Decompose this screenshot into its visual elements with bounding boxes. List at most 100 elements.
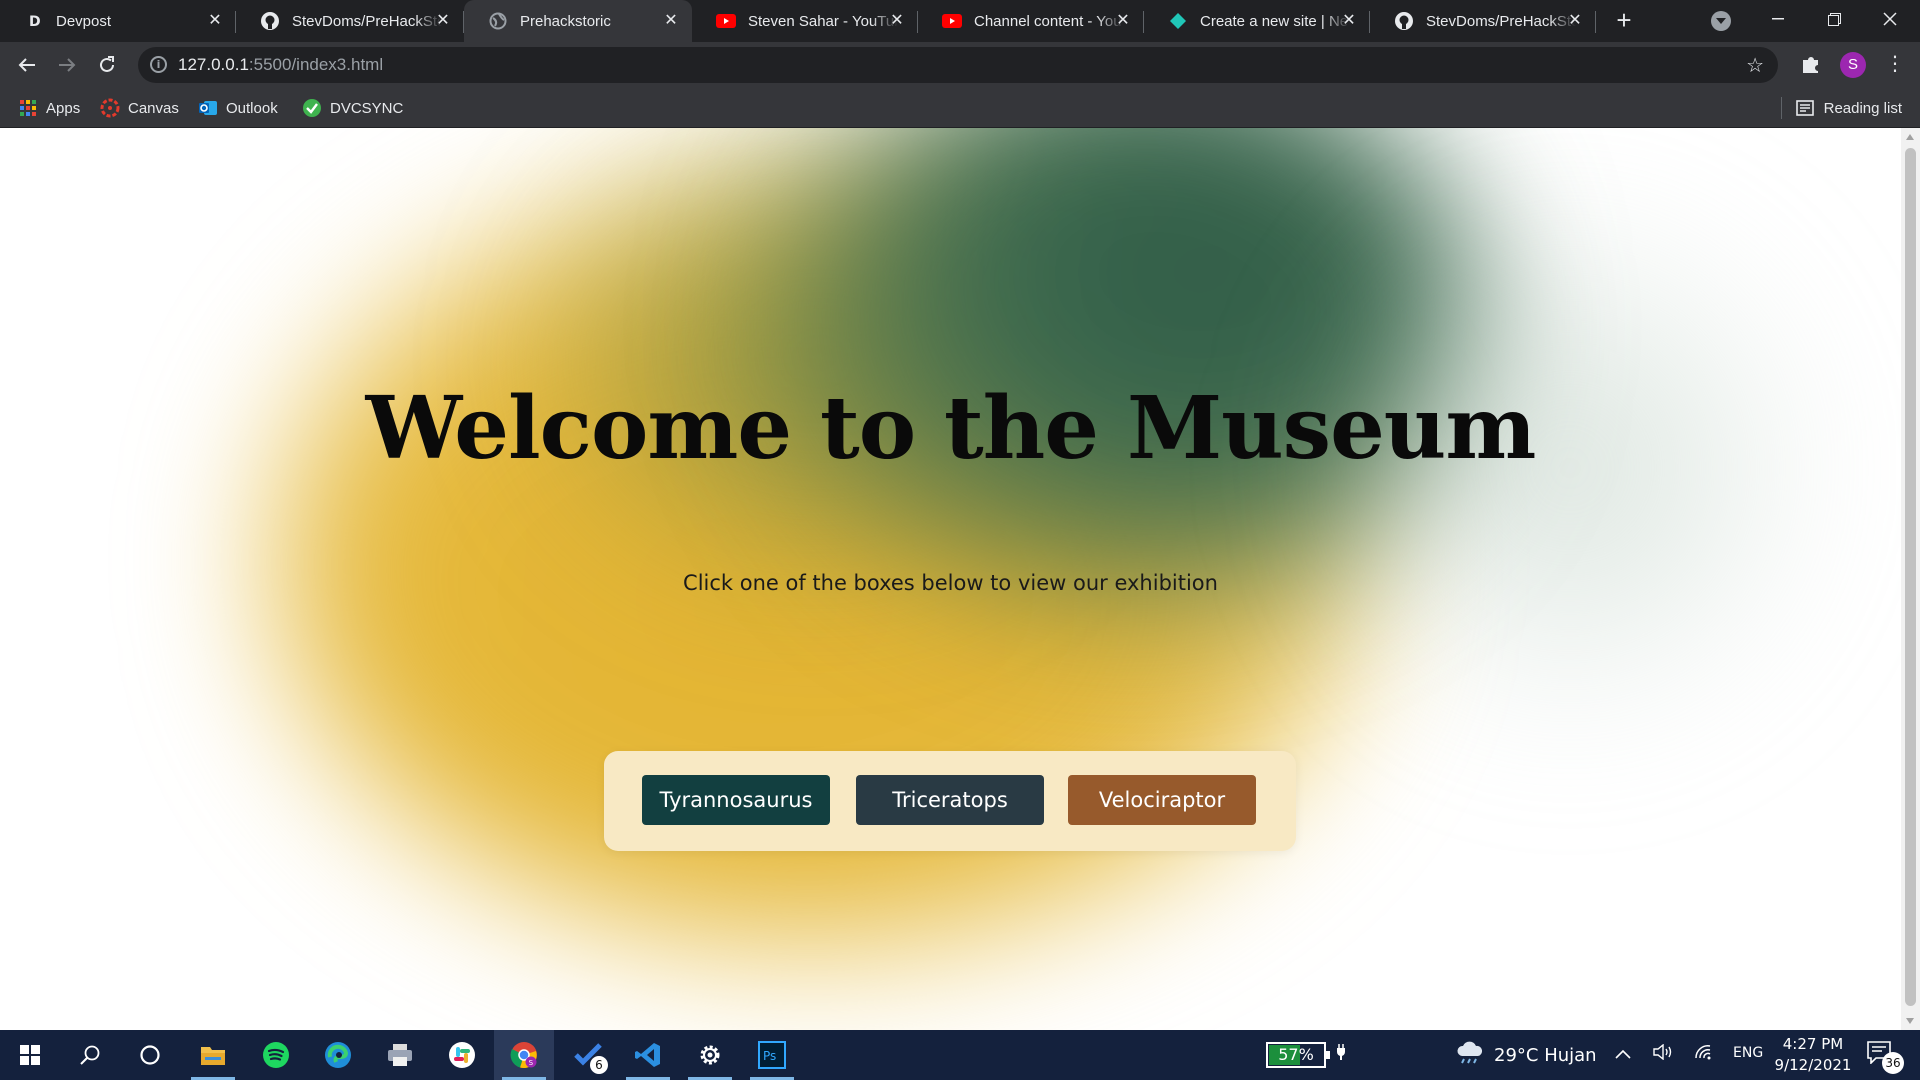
- tab-youtube-1[interactable]: Steven Sahar - YouTube ✕: [692, 0, 918, 42]
- svg-text:Ps: Ps: [763, 1049, 776, 1063]
- scrollbar-thumb[interactable]: [1905, 148, 1916, 1006]
- close-tab-icon[interactable]: ✕: [888, 12, 906, 30]
- outlook-icon: [198, 98, 218, 118]
- new-tab-button[interactable]: +: [1611, 7, 1637, 34]
- system-clock[interactable]: 4:27 PM 9/12/2021: [1768, 1034, 1858, 1076]
- reload-icon: [100, 56, 114, 72]
- reading-list-button[interactable]: Reading list: [1780, 97, 1902, 119]
- close-tab-icon[interactable]: ✕: [1566, 12, 1584, 30]
- clock-date: 9/12/2021: [1774, 1056, 1852, 1074]
- close-tab-icon[interactable]: ✕: [662, 12, 680, 30]
- velociraptor-button[interactable]: Velociraptor: [1068, 775, 1256, 825]
- bookmark-dvcsync[interactable]: DVCSYNC: [302, 97, 403, 119]
- restore-button[interactable]: [1806, 0, 1862, 38]
- reload-button[interactable]: [93, 51, 121, 79]
- chevron-up-icon[interactable]: [1615, 1044, 1631, 1063]
- netlify-icon: [1168, 11, 1188, 31]
- bookmarks-bar: Apps Canvas Outlook DVCSYNC Reading list: [0, 88, 1920, 128]
- tab-search-icon[interactable]: [1711, 11, 1731, 31]
- charging-plug-icon: [1336, 1044, 1346, 1065]
- bookmark-apps[interactable]: Apps: [18, 97, 80, 119]
- page-heading: Welcome to the Museum: [365, 378, 1537, 479]
- rain-cloud-icon: [1456, 1041, 1484, 1070]
- photoshop-icon[interactable]: Ps: [742, 1030, 802, 1080]
- tab-title: Devpost: [56, 12, 112, 30]
- forward-button[interactable]: [53, 51, 81, 79]
- battery-indicator[interactable]: 57%: [1266, 1042, 1330, 1068]
- address-url[interactable]: 127.0.0.1:5500/index3.html: [178, 55, 383, 75]
- page-viewport: Welcome to the Museum Click one of the b…: [0, 128, 1901, 1030]
- close-tab-icon[interactable]: ✕: [434, 12, 452, 30]
- windows-start-icon[interactable]: [0, 1030, 60, 1080]
- youtube-icon: [716, 11, 736, 31]
- slack-icon[interactable]: [432, 1030, 492, 1080]
- bookmark-star-icon[interactable]: ☆: [1746, 53, 1764, 78]
- chrome-icon[interactable]: S: [494, 1030, 554, 1080]
- menu-kebab-icon[interactable]: ⋮: [1885, 52, 1905, 78]
- youtube-icon: [942, 11, 962, 31]
- tab-youtube-2[interactable]: Channel content - YouTube ✕: [918, 0, 1144, 42]
- bookmark-canvas[interactable]: Canvas: [100, 97, 179, 119]
- weather-widget[interactable]: 29°C Hujan: [1456, 1041, 1597, 1070]
- spotify-icon[interactable]: [246, 1030, 306, 1080]
- notification-center-button[interactable]: 36: [1866, 1040, 1904, 1074]
- close-tab-icon[interactable]: ✕: [206, 12, 224, 30]
- scroll-up-icon[interactable]: [1906, 134, 1914, 140]
- arrow-right-icon: [59, 58, 76, 72]
- github-icon: [1394, 11, 1414, 31]
- bookmark-outlook[interactable]: Outlook: [198, 97, 278, 119]
- browser-toolbar: i 127.0.0.1:5500/index3.html ☆: [0, 42, 1920, 88]
- printer-app-icon[interactable]: [370, 1030, 430, 1080]
- back-button[interactable]: [13, 51, 41, 79]
- tab-title: Steven Sahar - YouTube: [748, 12, 898, 30]
- arrow-left-icon: [18, 58, 35, 72]
- task-view-icon[interactable]: [120, 1030, 180, 1080]
- tab-title: StevDoms/PreHackStoric: [1426, 12, 1576, 30]
- tab-title: Prehackstoric: [520, 12, 611, 30]
- reading-list-icon: [1795, 100, 1814, 116]
- triceratops-button[interactable]: Triceratops: [856, 775, 1044, 825]
- svg-text:D: D: [29, 14, 41, 29]
- tab-devpost[interactable]: D Devpost ✕: [0, 0, 236, 42]
- tab-github-1[interactable]: StevDoms/PreHackStoric ✕: [236, 0, 464, 42]
- close-tab-icon[interactable]: ✕: [1114, 12, 1132, 30]
- tab-strip: D Devpost ✕ StevDoms/PreHackStoric ✕ Pre…: [0, 0, 1920, 42]
- svg-text:S: S: [529, 1059, 534, 1067]
- tab-title: Channel content - YouTube: [974, 12, 1124, 30]
- exhibit-selector: Tyrannosaurus Triceratops Velociraptor: [604, 751, 1296, 851]
- dvcsync-icon: [302, 98, 322, 118]
- close-tab-icon[interactable]: ✕: [1340, 12, 1358, 30]
- settings-icon[interactable]: [680, 1030, 740, 1080]
- minimize-button[interactable]: [1750, 0, 1806, 38]
- address-bar[interactable]: i 127.0.0.1:5500/index3.html ☆: [138, 47, 1778, 83]
- page-subtitle: Click one of the boxes below to view our…: [683, 571, 1218, 595]
- windows-taskbar: S 6 Ps: [0, 1030, 1920, 1080]
- profile-avatar[interactable]: S: [1840, 52, 1866, 78]
- close-window-button[interactable]: [1862, 0, 1918, 38]
- tab-github-2[interactable]: StevDoms/PreHackStoric ✕: [1370, 0, 1596, 42]
- vscode-icon[interactable]: [618, 1030, 678, 1080]
- tab-title: Create a new site | Netlify: [1200, 12, 1350, 30]
- file-explorer-icon[interactable]: [183, 1030, 243, 1080]
- github-icon: [260, 11, 280, 31]
- globe-icon: [488, 11, 508, 31]
- canvas-icon: [100, 98, 120, 118]
- wifi-icon[interactable]: [1694, 1044, 1714, 1064]
- todo-icon[interactable]: 6: [558, 1030, 618, 1080]
- tyrannosaurus-button[interactable]: Tyrannosaurus: [642, 775, 830, 825]
- tab-prehackstoric[interactable]: Prehackstoric ✕: [464, 0, 692, 42]
- scroll-down-icon[interactable]: [1906, 1018, 1914, 1024]
- notification-count: 36: [1882, 1052, 1904, 1074]
- apps-grid-icon: [18, 98, 38, 118]
- volume-icon[interactable]: [1653, 1043, 1673, 1064]
- tab-netlify[interactable]: Create a new site | Netlify ✕: [1144, 0, 1370, 42]
- devpost-icon: D: [24, 11, 44, 31]
- battery-percent: 57%: [1278, 1045, 1314, 1064]
- site-info-icon[interactable]: i: [150, 56, 167, 73]
- language-indicator[interactable]: ENG: [1733, 1045, 1763, 1061]
- page-scrollbar[interactable]: [1901, 128, 1920, 1030]
- edge-icon[interactable]: [308, 1030, 368, 1080]
- extensions-puzzle-icon[interactable]: [1800, 53, 1822, 75]
- todo-badge: 6: [590, 1056, 608, 1074]
- search-icon[interactable]: [60, 1030, 120, 1080]
